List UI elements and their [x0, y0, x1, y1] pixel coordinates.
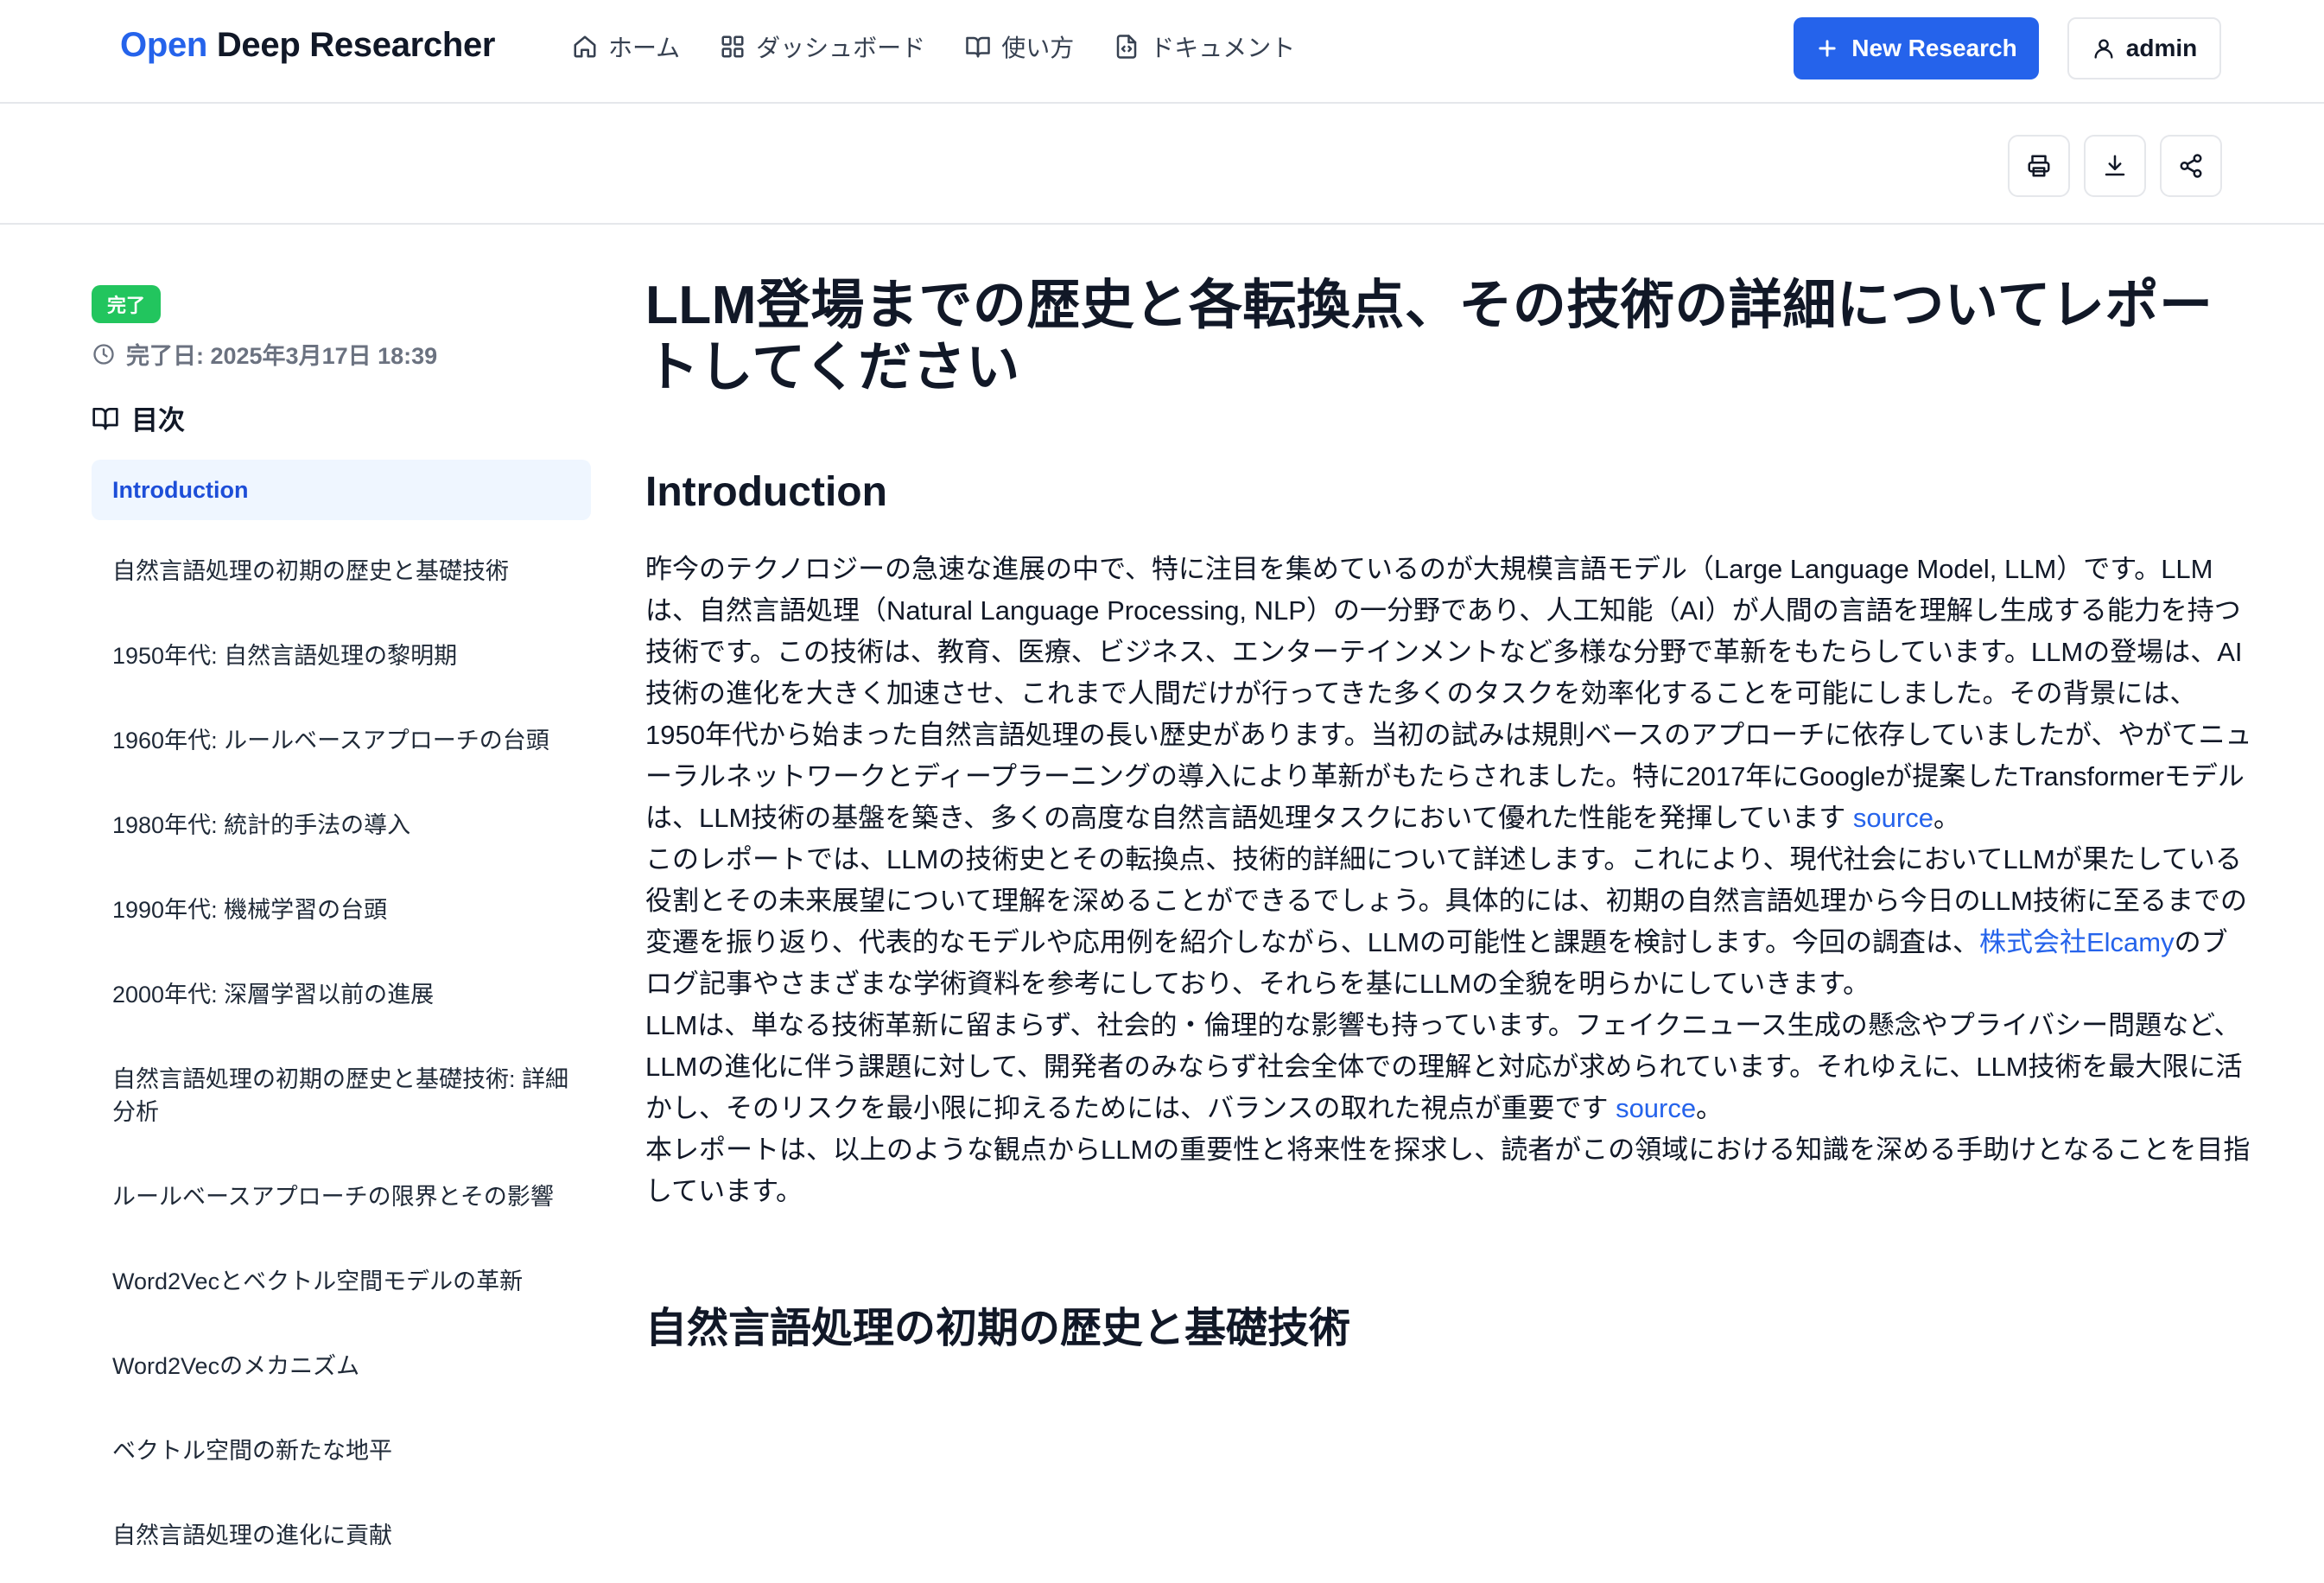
print-icon — [2026, 153, 2052, 179]
main-nav: ホーム ダッシュボード 使い方 ドキュメント — [572, 29, 1295, 64]
plus-icon — [1815, 36, 1839, 60]
brand-logo[interactable]: Open Deep Researcher — [120, 26, 496, 65]
toc-item[interactable]: 1950年代: 自然言語処理の黎明期 — [92, 619, 591, 693]
paragraph-text: 昨今のテクノロジーの急速な進展の中で、特に注目を集めているのが大規模言語モデル（… — [645, 554, 2252, 833]
source-link[interactable]: source — [1616, 1093, 1696, 1123]
brand-rest: Deep Researcher — [207, 26, 496, 64]
paragraph-text: 。 — [1933, 803, 1960, 833]
nav-howto[interactable]: 使い方 — [965, 29, 1074, 64]
toc-list: Introduction 自然言語処理の初期の歴史と基礎技術 1950年代: 自… — [92, 460, 591, 1573]
file-code-icon — [1114, 34, 1140, 60]
completed-date: 完了日: 2025年3月17日 18:39 — [92, 337, 591, 371]
paragraph-text: 。 — [1696, 1093, 1724, 1123]
paragraph-text: 本レポートは、以上のような観点からLLMの重要性と将来性を探求し、読者がこの領域… — [645, 1135, 2251, 1206]
new-research-button[interactable]: New Research — [1794, 17, 2039, 79]
download-button[interactable] — [2084, 135, 2146, 197]
download-icon — [2102, 153, 2128, 179]
toc-item[interactable]: Word2Vecとベクトル空間モデルの革新 — [92, 1244, 591, 1319]
toc-item[interactable]: 自然言語処理の進化に貢献 — [92, 1498, 591, 1573]
nav-dashboard[interactable]: ダッシュボード — [720, 29, 925, 64]
section-heading-introduction: Introduction — [645, 469, 887, 515]
nav-docs-label: ドキュメント — [1150, 35, 1296, 61]
report-title: LLM登場までの歴史と各転換点、その技術の詳細についてレポートしてください — [645, 276, 2213, 397]
user-menu-button[interactable]: admin — [2067, 17, 2221, 79]
elcamy-link[interactable]: 株式会社Elcamy — [1979, 927, 2175, 957]
top-header: Open Deep Researcher ホーム ダッシュボード 使い方 ドキュ… — [0, 0, 2324, 104]
completed-date-text: 完了日: 2025年3月17日 18:39 — [126, 343, 438, 369]
status-badge: 完了 — [92, 285, 162, 323]
section-heading: 自然言語処理の初期の歴史と基礎技術 — [645, 1306, 1351, 1351]
toc-item[interactable]: 1980年代: 統計的手法の導入 — [92, 788, 591, 862]
paragraph: 昨今のテクノロジーの急速な進展の中で、特に注目を集めているのが大規模言語モデル（… — [645, 549, 2252, 839]
new-research-label: New Research — [1851, 35, 2017, 61]
toc-item[interactable]: 2000年代: 深層学習以前の進展 — [92, 957, 591, 1032]
share-button[interactable] — [2160, 135, 2222, 197]
grid-icon — [720, 34, 746, 60]
source-link[interactable]: source — [1853, 803, 1933, 833]
report-sidebar: 完了 完了日: 2025年3月17日 18:39 目次 Introduction… — [92, 285, 591, 1583]
clock-icon — [92, 342, 116, 366]
toc-heading-text: 目次 — [131, 405, 185, 435]
toc-item[interactable]: 1960年代: ルールベースアプローチの台頭 — [92, 703, 591, 778]
paragraph: LLMは、単なる技術革新に留まらず、社会的・倫理的な影響も持っています。フェイク… — [645, 1005, 2252, 1129]
report-content: LLM登場までの歴史と各転換点、その技術の詳細についてレポートしてください In… — [645, 275, 2252, 1354]
toc-item[interactable]: ルールベースアプローチの限界とその影響 — [92, 1160, 591, 1234]
paragraph-text: LLMは、単なる技術革新に留まらず、社会的・倫理的な影響も持っています。フェイク… — [645, 1010, 2243, 1123]
brand-open: Open — [120, 26, 208, 64]
report-toolbar — [0, 104, 2324, 225]
home-icon — [572, 34, 598, 60]
nav-docs[interactable]: ドキュメント — [1114, 29, 1295, 64]
user-icon — [2092, 36, 2116, 60]
toc-item[interactable]: 自然言語処理の初期の歴史と基礎技術 — [92, 534, 591, 608]
nav-howto-label: 使い方 — [1001, 35, 1075, 61]
book-open-icon — [965, 34, 991, 60]
nav-dashboard-label: ダッシュボード — [756, 35, 926, 61]
user-label: admin — [2125, 35, 2198, 61]
share-icon — [2178, 153, 2204, 179]
toc-item[interactable]: ベクトル空間の新たな地平 — [92, 1414, 591, 1488]
nav-home-label: ホーム — [608, 35, 681, 61]
toc-heading: 目次 — [92, 398, 591, 437]
toc-item[interactable]: 自然言語処理の初期の歴史と基礎技術: 詳細分析 — [92, 1042, 591, 1149]
paragraph: このレポートでは、LLMの技術史とその転換点、技術的詳細について詳述します。これ… — [645, 839, 2252, 1005]
book-open-icon — [92, 404, 119, 432]
toc-item-introduction[interactable]: Introduction — [92, 460, 591, 520]
toc-item[interactable]: 1990年代: 機械学習の台頭 — [92, 873, 591, 947]
nav-home[interactable]: ホーム — [572, 29, 680, 64]
paragraph: 本レポートは、以上のような観点からLLMの重要性と将来性を探求し、読者がこの領域… — [645, 1129, 2252, 1212]
print-button[interactable] — [2008, 135, 2070, 197]
toc-item[interactable]: Word2Vecのメカニズム — [92, 1329, 591, 1403]
